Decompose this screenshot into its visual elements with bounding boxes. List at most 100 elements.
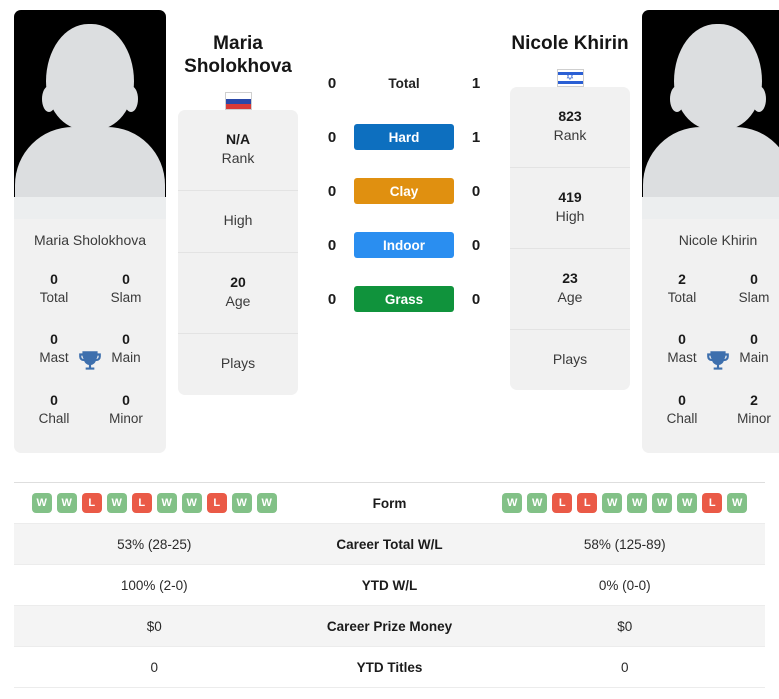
- right-player-name-caption: Nicole Khirin: [678, 232, 758, 248]
- right-form-cell: W W L L W W W W L W: [485, 487, 766, 519]
- h2h-right-score: 1: [471, 128, 481, 146]
- h2h-left-score: 0: [327, 74, 337, 92]
- h2h-right-score: 0: [471, 182, 481, 200]
- form-badge: W: [256, 493, 277, 513]
- right-stat-value: 58% (125-89): [583, 536, 666, 552]
- trophy-icon: [79, 351, 101, 370]
- plays-row: Plays: [510, 330, 630, 391]
- right-player-info-column: Nicole Khirin ✡ 823 Rank 419 High 23 Age…: [510, 10, 630, 391]
- form-badge: W: [602, 493, 623, 513]
- table-row: 0 YTD Titles 0: [14, 647, 765, 688]
- title-stat-value: 2: [750, 391, 758, 408]
- form-badge: W: [527, 493, 548, 513]
- rank-row: 823 Rank: [510, 87, 630, 168]
- form-badge: L: [577, 493, 598, 513]
- left-form-cell: W W L W L W W L W W: [14, 487, 295, 519]
- rank-row: N/A Rank: [178, 110, 298, 192]
- age-row: 23 Age: [510, 249, 630, 330]
- rank-label: Rank: [553, 127, 587, 144]
- rank-label: Rank: [221, 150, 255, 167]
- h2h-row-grass: 0 Grass 0: [310, 286, 498, 312]
- left-player-card: Maria Sholokhova 0 Total 0 Slam 0 Mast 0…: [14, 10, 166, 454]
- left-player-name-line1: Maria: [213, 33, 263, 54]
- title-stat: 2 Minor: [718, 381, 779, 439]
- title-stat-label: Minor: [109, 410, 143, 426]
- left-player-titles-grid: 0 Total 0 Slam 0 Mast 0 Main 0 Chall 0 M…: [14, 260, 166, 453]
- h2h-row-total: 0 Total 1: [310, 70, 498, 96]
- title-stat-value: 0: [122, 331, 130, 348]
- plays-label: Plays: [552, 350, 588, 367]
- title-stat-value: 0: [50, 271, 58, 287]
- h2h-right-score: 0: [471, 236, 481, 254]
- head-to-head-column: 0 Total 1 0 Hard 1 0 Clay 0 0 Indoor 0 0…: [310, 10, 498, 312]
- avatar-head-icon: [46, 24, 134, 130]
- form-badge: W: [727, 493, 748, 513]
- form-badge: L: [702, 493, 723, 513]
- rank-value: N/A: [225, 131, 251, 148]
- photo-floor: [14, 197, 166, 219]
- form-badge: L: [131, 493, 152, 513]
- form-badge: L: [81, 493, 102, 513]
- form-badge: W: [106, 493, 127, 513]
- title-stat-value: 0: [750, 331, 758, 348]
- h2h-row-clay: 0 Clay 0: [310, 178, 498, 204]
- table-row: 53% (28-25) Career Total W/L 58% (125-89…: [14, 524, 765, 565]
- title-stat: 0 Minor: [90, 381, 162, 439]
- high-label: High: [555, 207, 585, 224]
- high-row: 419 High: [510, 168, 630, 249]
- table-row: 100% (2-0) YTD W/L 0% (0-0): [14, 565, 765, 606]
- trophy-icon: [707, 351, 729, 370]
- h2h-label: Total: [388, 75, 420, 91]
- title-stat-value: 2: [678, 271, 686, 287]
- title-stat-value: 0: [50, 331, 58, 348]
- form-badge: W: [652, 493, 673, 513]
- right-player-photo: [642, 10, 779, 219]
- stat-label: YTD Titles: [356, 659, 423, 675]
- right-player-name: Nicole Khirin: [511, 33, 629, 54]
- left-form-badges: W W L W L W W L W W: [31, 493, 277, 513]
- left-player-info-column: Maria Sholokhova N/A Rank High 20 Age Pl…: [178, 10, 298, 395]
- title-stat-label: Total: [39, 289, 69, 305]
- stat-label: Career Total W/L: [336, 536, 443, 552]
- surface-bar-clay: Clay: [354, 178, 454, 204]
- surface-bar-grass: Grass: [354, 286, 454, 312]
- il-flag-icon: ✡: [556, 69, 584, 88]
- h2h-left-score: 0: [327, 290, 337, 308]
- form-badge: W: [231, 493, 252, 513]
- h2h-row-hard: 0 Hard 1: [310, 124, 498, 150]
- title-stat-value: 0: [122, 271, 130, 287]
- age-value: 23: [562, 269, 578, 286]
- title-stat-label: Minor: [737, 410, 771, 426]
- high-label: High: [223, 212, 253, 229]
- age-label: Age: [557, 288, 583, 305]
- title-stat-value: 0: [122, 391, 130, 408]
- title-stat-value: 0: [678, 331, 686, 348]
- form-badge: L: [206, 493, 227, 513]
- stat-label: Career Prize Money: [326, 618, 453, 634]
- title-stat: 0 Slam: [718, 260, 779, 318]
- title-stat-value: 0: [750, 271, 758, 287]
- left-player-heading: Maria Sholokhova: [178, 10, 298, 111]
- left-stat-value: 100% (2-0): [120, 577, 188, 593]
- form-badge: W: [156, 493, 177, 513]
- title-stat-label: Chall: [38, 410, 70, 426]
- form-badge: W: [627, 493, 648, 513]
- stat-label: Form: [372, 495, 407, 511]
- title-stat: 0 Chall: [18, 381, 90, 439]
- plays-row: Plays: [178, 334, 298, 395]
- photo-floor: [642, 197, 779, 219]
- form-badge: W: [502, 493, 523, 513]
- title-stat-value: 0: [50, 391, 58, 408]
- h2h-right-score: 0: [471, 290, 481, 308]
- form-badge: W: [31, 493, 52, 513]
- title-stat: 2 Total: [646, 260, 718, 318]
- right-form-badges: W W L L W W W W L W: [502, 493, 748, 513]
- left-stat-value: 0: [150, 659, 158, 675]
- age-label: Age: [225, 292, 251, 309]
- h2h-right-score: 1: [471, 74, 481, 92]
- left-player-info-card: N/A Rank High 20 Age Plays: [178, 110, 298, 395]
- form-badge: L: [552, 493, 573, 513]
- table-row: W W L W L W W L W W Form W W L L W W W W…: [14, 483, 765, 524]
- high-value: 419: [558, 188, 582, 205]
- form-badge: W: [677, 493, 698, 513]
